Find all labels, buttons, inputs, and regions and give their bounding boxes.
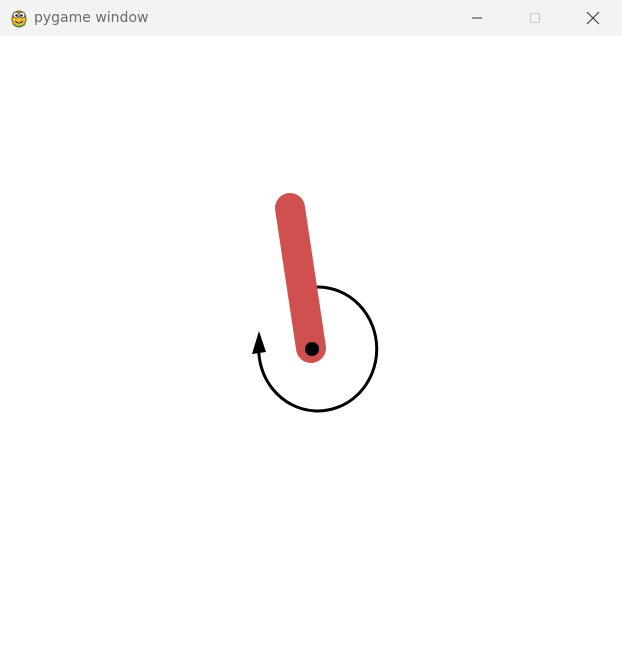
window-title: pygame window xyxy=(34,10,149,26)
pygame-snake-icon xyxy=(11,10,27,28)
pygame-window: pygame window xyxy=(0,0,622,658)
pendulum-pole xyxy=(275,193,326,363)
close-icon xyxy=(586,11,600,25)
close-button[interactable] xyxy=(570,0,616,36)
minimize-button[interactable] xyxy=(454,0,500,36)
maximize-button[interactable] xyxy=(512,0,558,36)
title-bar[interactable]: pygame window xyxy=(0,0,622,36)
minimize-icon xyxy=(472,17,482,19)
maximize-icon xyxy=(530,13,540,23)
pivot-dot xyxy=(305,342,319,356)
game-canvas[interactable] xyxy=(0,36,622,658)
